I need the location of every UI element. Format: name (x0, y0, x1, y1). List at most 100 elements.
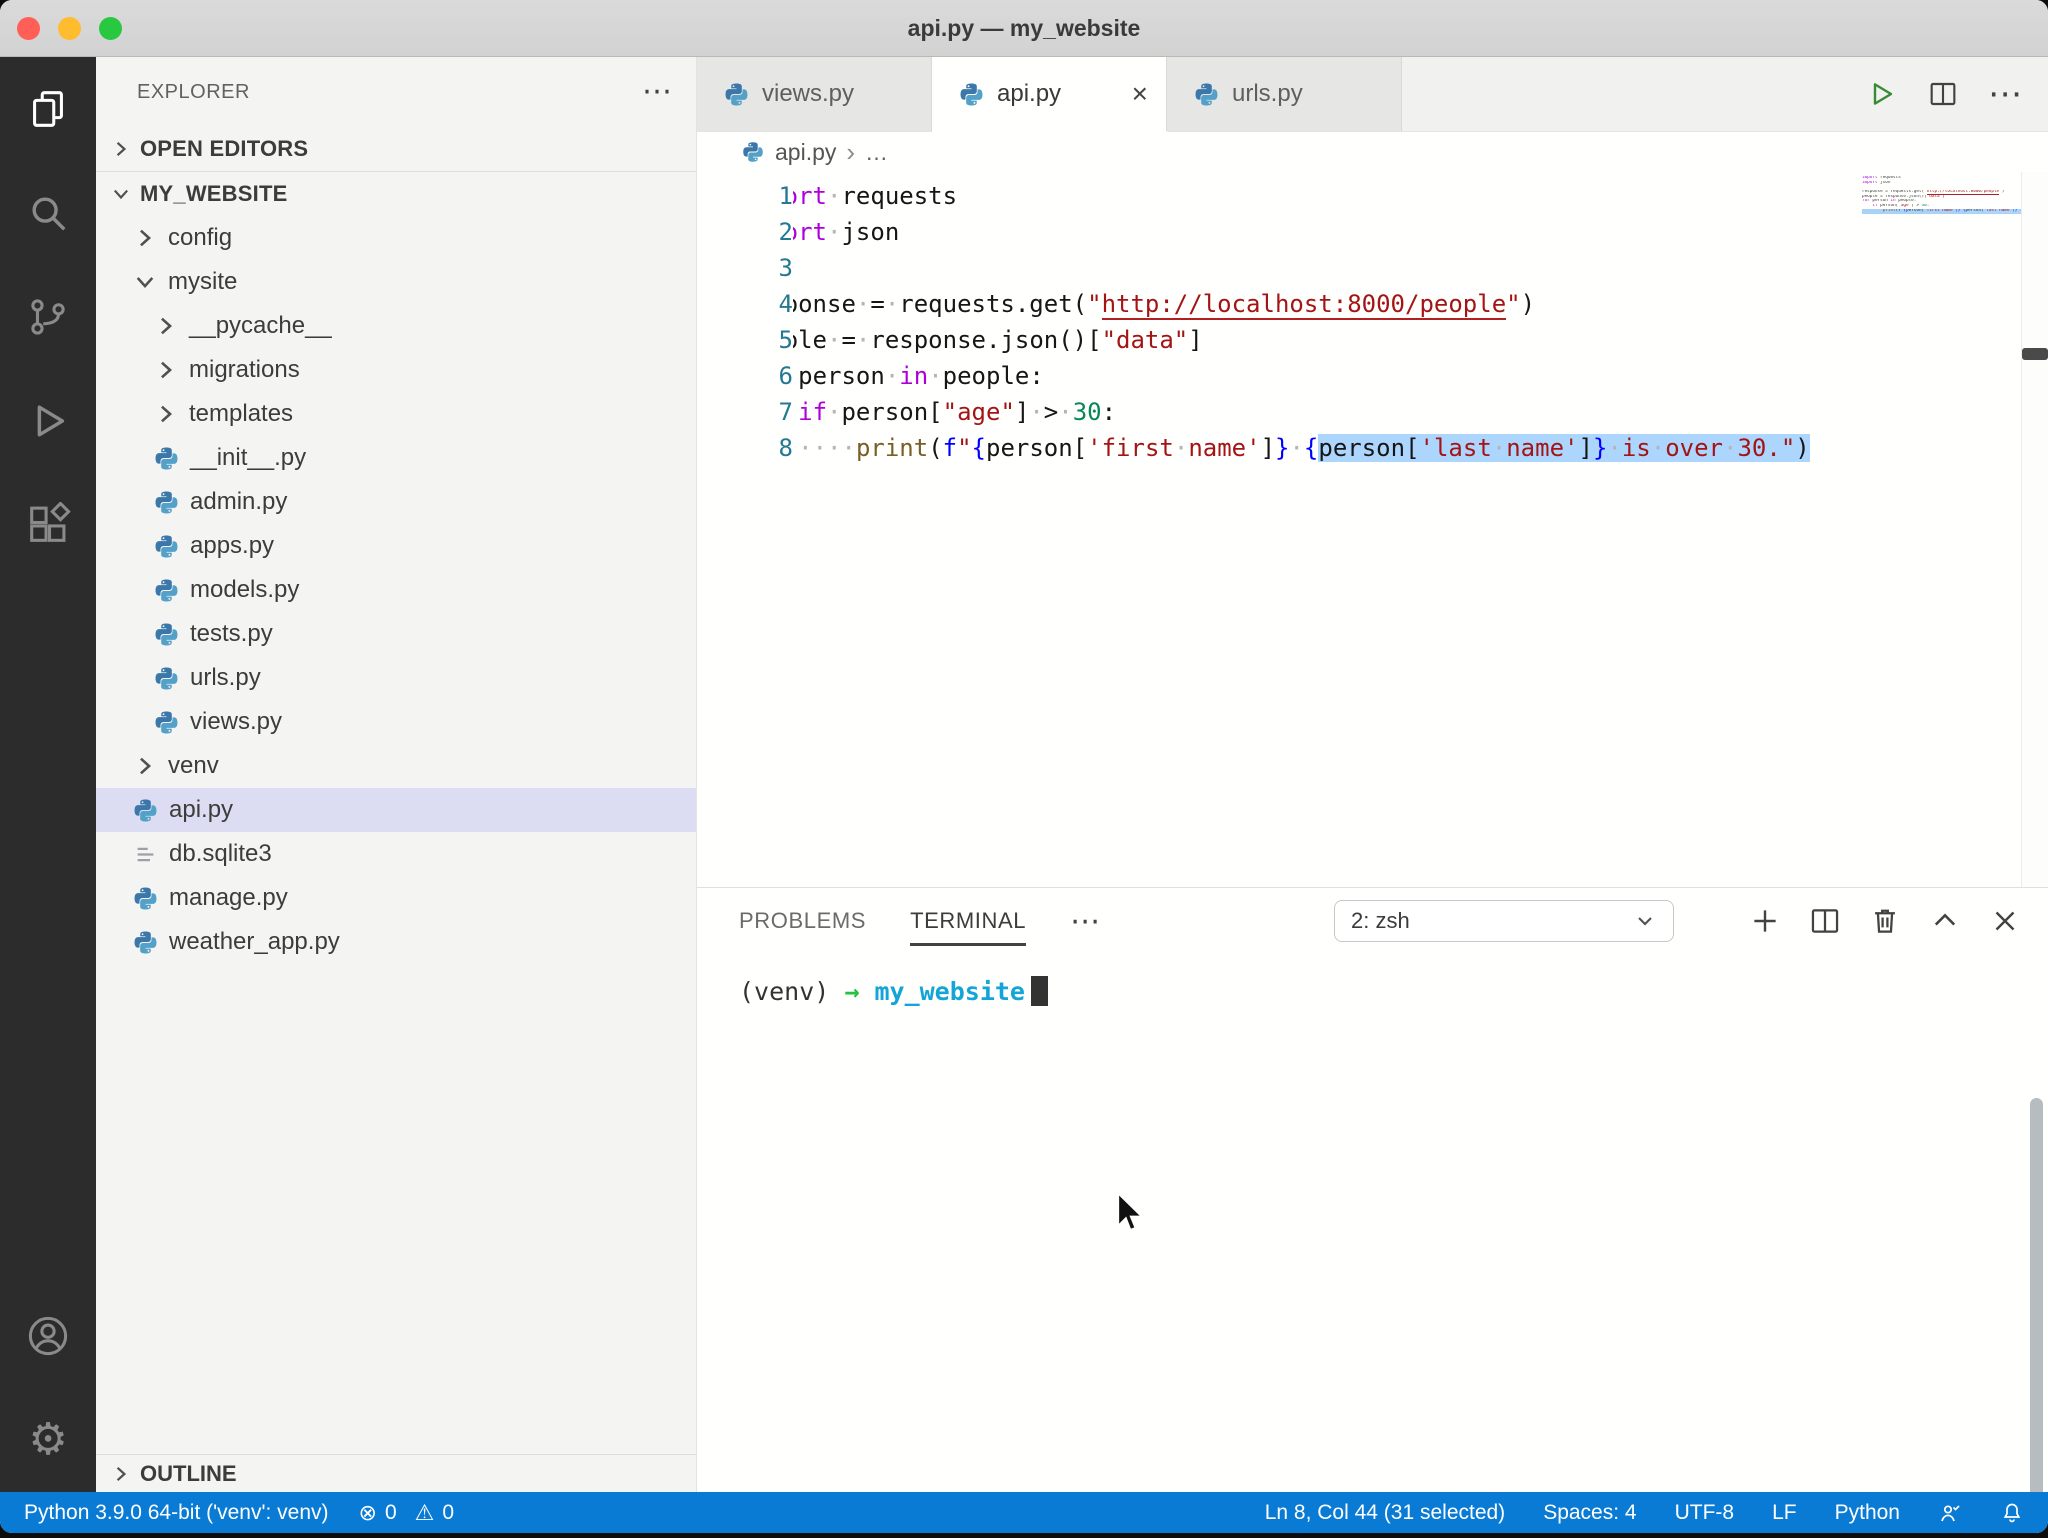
tree-item-urls.py[interactable]: urls.py (96, 656, 696, 700)
tree-item-label: urls.py (190, 664, 261, 692)
status-spaces-4[interactable]: Spaces: 4 (1543, 1501, 1636, 1525)
editor-tab-views.py[interactable]: views.py (697, 57, 932, 131)
tree-item-label: mysite (168, 268, 237, 296)
file-icon (132, 841, 159, 868)
tree-item-admin.py[interactable]: admin.py (96, 480, 696, 524)
tree-item-api.py[interactable]: api.py (96, 788, 696, 832)
activity-settings-icon[interactable]: ⚙ (0, 1388, 96, 1492)
tree-item-views.py[interactable]: views.py (96, 700, 696, 744)
tree-item-label: views.py (190, 708, 282, 736)
bell-icon[interactable] (2000, 1501, 2024, 1525)
kill-terminal-icon[interactable] (1868, 904, 1902, 938)
tree-item-label: __pycache__ (189, 312, 332, 340)
editor-scrollbar-track[interactable] (2021, 172, 2048, 887)
open-editors-section[interactable]: OPEN EDITORS (96, 127, 696, 171)
python-file-icon (958, 81, 985, 108)
minimize-window-button[interactable] (58, 17, 81, 40)
activity-account-icon[interactable] (0, 1284, 96, 1388)
breadcrumb-ellipsis[interactable]: … (865, 139, 888, 166)
editor-tab-api.py[interactable]: api.py× (932, 57, 1167, 131)
line-number: 8 (697, 430, 793, 466)
terminal-shell-select[interactable]: 2: zsh (1334, 900, 1674, 942)
code-editor[interactable]: 12345678 import·requestsimport·jsonrespo… (697, 172, 2048, 887)
split-editor-icon[interactable] (1926, 77, 1960, 111)
workspace-root-label: MY_WEBSITE (140, 181, 287, 207)
outline-section[interactable]: OUTLINE (96, 1454, 696, 1492)
minimap[interactable]: import requestsimport jsonresponse = req… (1862, 174, 2022, 214)
tab-terminal[interactable]: TERMINAL (910, 888, 1026, 954)
split-terminal-icon[interactable] (1808, 904, 1842, 938)
tree-item-apps.py[interactable]: apps.py (96, 524, 696, 568)
status-bar: Python 3.9.0 64-bit ('venv': venv) ⊗ 0 ⚠… (0, 1492, 2048, 1533)
tree-item-mysite[interactable]: mysite (96, 260, 696, 304)
close-panel-icon[interactable] (1988, 904, 2022, 938)
explorer-more-actions-icon[interactable]: ⋯ (642, 82, 672, 102)
tree-item-tests.py[interactable]: tests.py (96, 612, 696, 656)
tab-problems[interactable]: PROBLEMS (739, 888, 866, 954)
breadcrumb-separator-icon: › (846, 137, 855, 168)
error-count: 0 (385, 1501, 397, 1525)
breadcrumb[interactable]: api.py › … (697, 132, 2048, 172)
tree-item-label: tests.py (190, 620, 273, 648)
tree-item-weather_app.py[interactable]: weather_app.py (96, 920, 696, 964)
activity-run-debug-icon[interactable] (0, 369, 96, 473)
problems-status[interactable]: ⊗ 0 ⚠ 0 (359, 1500, 455, 1526)
status-python[interactable]: Python (1835, 1501, 1900, 1525)
status-lf[interactable]: LF (1772, 1501, 1797, 1525)
line-number: 5 (697, 322, 793, 358)
workspace-root-row[interactable]: MY_WEBSITE (96, 172, 696, 216)
activity-source-control-icon[interactable] (0, 265, 96, 369)
zoom-window-button[interactable] (99, 17, 122, 40)
new-terminal-icon[interactable] (1748, 904, 1782, 938)
chevron-down-icon (110, 183, 132, 205)
terminal-prompt-segment: → (844, 977, 874, 1006)
tree-item-config[interactable]: config (96, 216, 696, 260)
code-line[interactable]: response·=·requests.get("http://localhos… (827, 286, 2048, 322)
close-tab-icon[interactable]: × (1132, 80, 1148, 108)
tree-item-db.sqlite3[interactable]: db.sqlite3 (96, 832, 696, 876)
tree-item-label: models.py (190, 576, 299, 604)
tree-item-label: config (168, 224, 232, 252)
terminal-cursor (1031, 976, 1048, 1006)
code-pane[interactable]: import·requestsimport·jsonresponse·=·req… (793, 172, 2048, 887)
activity-search-icon[interactable] (0, 161, 96, 265)
tree-item-manage.py[interactable]: manage.py (96, 876, 696, 920)
breadcrumb-file[interactable]: api.py (775, 139, 836, 166)
tree-item-migrations[interactable]: migrations (96, 348, 696, 392)
tree-item-templates[interactable]: templates (96, 392, 696, 436)
activity-extensions-icon[interactable] (0, 473, 96, 577)
close-window-button[interactable] (17, 17, 40, 40)
file-tree: config mysite __pycache__ migrationstemplat… (96, 216, 696, 1454)
feedback-icon[interactable] (1938, 1501, 1962, 1525)
terminal-scrollbar[interactable] (2030, 1098, 2043, 1533)
tree-item-__pycache__[interactable]: __pycache__ (96, 304, 696, 348)
terminal-shell-value: 2: zsh (1351, 908, 1633, 934)
code-line[interactable]: ····if·person["age"]·>·30: (827, 394, 2048, 430)
more-actions-icon[interactable]: ⋯ (1988, 77, 2022, 111)
run-icon[interactable] (1864, 77, 1898, 111)
tree-item-label: manage.py (169, 884, 288, 912)
python-file-icon (153, 577, 180, 604)
code-line[interactable] (827, 250, 2048, 286)
python-file-icon (153, 445, 180, 472)
python-interpreter-status[interactable]: Python 3.9.0 64-bit ('venv': venv) (24, 1501, 329, 1525)
activity-explorer-icon[interactable] (0, 57, 96, 161)
tree-item-__init__.py[interactable]: __init__.py (96, 436, 696, 480)
code-line[interactable]: people·=·response.json()["data"] (827, 322, 2048, 358)
status-utf-8[interactable]: UTF-8 (1675, 1501, 1735, 1525)
vscode-window: api.py — my_website ⚙ EXPLORER ⋯ OPEN ED… (0, 0, 2048, 1533)
panel-more-actions-icon[interactable]: ⋯ (1070, 904, 1100, 939)
terminal[interactable]: (venv) → my_website (697, 954, 2048, 1492)
maximize-panel-icon[interactable] (1928, 904, 1962, 938)
code-line[interactable]: ········print(f"{person['first·name']}·{… (827, 430, 2048, 466)
editor-scrollbar-handle[interactable] (2022, 348, 2048, 360)
editor-tab-urls.py[interactable]: urls.py (1167, 57, 1402, 131)
code-line[interactable]: import·json (827, 214, 2048, 250)
code-line[interactable]: for·person·in·people: (827, 358, 2048, 394)
tree-item-venv[interactable]: venv (96, 744, 696, 788)
python-file-icon (741, 140, 765, 164)
status-ln-8-col-44-31-selected-[interactable]: Ln 8, Col 44 (31 selected) (1265, 1501, 1505, 1525)
tree-item-label: weather_app.py (169, 928, 340, 956)
chevron-down-icon (1633, 909, 1657, 933)
tree-item-models.py[interactable]: models.py (96, 568, 696, 612)
